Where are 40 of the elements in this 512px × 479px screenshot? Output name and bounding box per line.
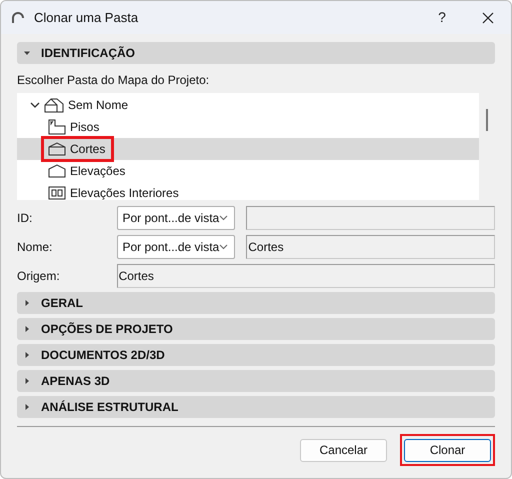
field-label: Origem: (17, 268, 61, 285)
tree-item-label: Cortes (70, 141, 106, 158)
dropdown[interactable]: Por pont...de vista (116, 235, 236, 259)
window-title: Clonar uma Pasta (34, 8, 140, 27)
chevron-down-icon (219, 215, 228, 221)
text-field[interactable] (246, 206, 495, 230)
floor-plan-icon (48, 119, 66, 135)
house-icon (44, 97, 64, 113)
tree-item-label: Pisos (70, 119, 100, 136)
tree-item-label: Elevações Interiores (70, 185, 179, 200)
tree-label: Escolher Pasta do Mapa do Projeto: (17, 72, 210, 89)
chevron-down-icon (219, 244, 228, 250)
tree-item[interactable]: Cortes (17, 138, 480, 160)
chevron-down-icon[interactable] (30, 100, 40, 110)
dialog-button[interactable]: Clonar (404, 438, 491, 462)
elevation-icon (48, 164, 66, 178)
close-icon (482, 12, 494, 24)
section-icon (48, 142, 66, 156)
section-header[interactable]: APENAS 3D (17, 370, 495, 392)
interior-elevation-icon (48, 186, 66, 200)
field-label: ID: (17, 210, 34, 227)
tree-item[interactable]: Elevações (17, 160, 480, 182)
app-icon (11, 10, 25, 24)
tree-item[interactable]: Sem Nome (17, 94, 480, 116)
text-field[interactable]: Cortes (116, 264, 495, 288)
section-header[interactable]: GERAL (17, 292, 495, 314)
text-field[interactable]: Cortes (246, 235, 495, 259)
tree-item[interactable]: Pisos (17, 116, 480, 138)
tree-item-label: Elevações (70, 163, 126, 180)
tree-item-label: Sem Nome (68, 97, 128, 114)
tree-item[interactable]: Elevações Interiores (17, 182, 480, 200)
scrollbar-thumb[interactable] (486, 109, 488, 131)
field-label: Nome: (17, 239, 54, 256)
section-header[interactable]: IDENTIFICAÇÃO (17, 42, 495, 64)
dropdown[interactable]: Por pont...de vista (116, 206, 236, 230)
section-header[interactable]: OPÇÕES DE PROJETO (17, 318, 495, 340)
dialog-button[interactable]: Cancelar (300, 438, 387, 462)
help-button[interactable]: ? (419, 1, 465, 34)
section-header[interactable]: ANÁLISE ESTRUTURAL (17, 396, 495, 418)
section-header[interactable]: DOCUMENTOS 2D/3D (17, 344, 495, 366)
